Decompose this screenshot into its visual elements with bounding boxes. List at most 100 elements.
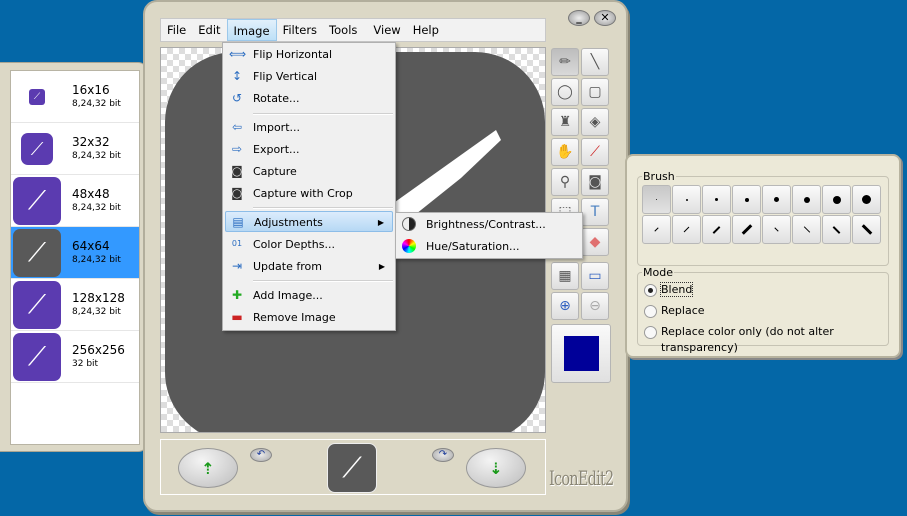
list-item[interactable]: ⟋ 48x48 8,24,32 bit xyxy=(11,175,139,227)
depth-label: 8,24,32 bit xyxy=(72,307,121,317)
brush-diagonal-6[interactable] xyxy=(792,215,821,244)
brush-round-2[interactable] xyxy=(672,185,701,214)
mode-replace-radio[interactable]: Replace xyxy=(644,303,705,319)
zoom-in-icon[interactable]: ⊕ xyxy=(551,292,579,320)
menu-item-rotate[interactable]: ↺ Rotate... xyxy=(225,88,393,109)
menu-item-brightness-contrast[interactable]: Brightness/Contrast... xyxy=(398,214,580,235)
mode-replace-color-only-radio[interactable]: Replace color only (do not alter transpa… xyxy=(644,324,888,354)
grid-icon[interactable]: ▦ xyxy=(551,262,579,290)
brush-panel: Brush Mode Blend Replace Replace color o… xyxy=(625,154,901,358)
brush-shape-icon xyxy=(774,197,779,202)
mode-title: Mode xyxy=(643,266,673,279)
brush-shape-icon xyxy=(803,226,810,233)
menu-view[interactable]: View xyxy=(363,19,406,41)
menu-item-update-from[interactable]: ⇥ Update from ▶ xyxy=(225,256,393,277)
preview-thumbnail: ⟋ xyxy=(327,443,377,493)
export-icon: ⇨ xyxy=(231,142,243,156)
eraser-tool[interactable]: ◆ xyxy=(581,228,609,256)
rounded-rectangle-tool[interactable]: ▢ xyxy=(581,78,609,106)
line-tool[interactable]: ╲ xyxy=(581,48,609,76)
image-list[interactable]: ⟋ 16x16 8,24,32 bit ⟋ 32x32 8,24,32 bit … xyxy=(10,70,140,445)
brush-diagonal-3[interactable] xyxy=(702,215,731,244)
redo-button[interactable]: ↷ xyxy=(432,448,454,462)
menu-item-capture-with-crop[interactable]: ◙ Capture with Crop xyxy=(225,183,393,204)
menu-tools[interactable]: Tools xyxy=(323,19,363,41)
brush-shape-icon xyxy=(832,225,841,234)
brush-icon: ⟋ xyxy=(13,281,61,329)
menu-item-export[interactable]: ⇨ Export... xyxy=(225,139,393,160)
flip-horizontal-icon: ⟺ xyxy=(229,47,247,61)
menu-item-flip-horizontal[interactable]: ⟺ Flip Horizontal xyxy=(225,44,393,65)
brush-title: Brush xyxy=(643,170,675,183)
brush-shape-icon xyxy=(741,224,752,235)
brush-round-7[interactable] xyxy=(822,185,851,214)
menu-file[interactable]: File xyxy=(161,19,192,41)
submenu-arrow-icon: ▶ xyxy=(377,218,384,227)
mode-blend-radio[interactable]: Blend xyxy=(644,282,694,298)
menu-help[interactable]: Help xyxy=(407,19,445,41)
menu-bar: File Edit Image Filters Tools View Help xyxy=(160,18,546,42)
text-tool[interactable]: T xyxy=(581,198,609,226)
pencil-tool[interactable]: ✏ xyxy=(551,48,579,76)
ellipse-tool[interactable]: ◯ xyxy=(551,78,579,106)
brush-shape-icon xyxy=(715,198,718,201)
brush-diagonal-5[interactable] xyxy=(762,215,791,244)
hue-saturation-icon xyxy=(402,239,416,253)
spray-tool[interactable]: ♜ xyxy=(551,108,579,136)
brush-shape-icon xyxy=(861,224,872,235)
menu-item-adjustments[interactable]: ▤ Adjustments ▶ xyxy=(225,211,393,232)
menu-item-color-depths[interactable]: 01 Color Depths... xyxy=(225,234,393,255)
brush-round-4[interactable] xyxy=(732,185,761,214)
menu-item-remove-image[interactable]: ▬ Remove Image xyxy=(225,307,393,328)
brush-diagonal-8[interactable] xyxy=(852,215,881,244)
hand-tool[interactable]: ✋ xyxy=(551,138,579,166)
list-item-selected[interactable]: ⟋ 64x64 8,24,32 bit xyxy=(11,227,139,279)
brush-group: Brush xyxy=(637,170,889,266)
list-item[interactable]: ⟋ 16x16 8,24,32 bit xyxy=(11,71,139,123)
list-item[interactable]: ⟋ 32x32 8,24,32 bit xyxy=(11,123,139,175)
menu-item-add-image[interactable]: ✚ Add Image... xyxy=(225,285,393,306)
brush-round-1[interactable] xyxy=(642,185,671,214)
brush-shape-icon xyxy=(685,198,688,201)
fill-bucket-tool[interactable]: ◈ xyxy=(581,108,609,136)
brush-round-3[interactable] xyxy=(702,185,731,214)
zoom-out-icon[interactable]: ⊖ xyxy=(581,292,609,320)
color-depth-icon: 01 xyxy=(231,239,243,248)
menu-filters[interactable]: Filters xyxy=(277,19,323,41)
menu-item-hue-saturation[interactable]: Hue/Saturation... xyxy=(398,236,580,257)
camera-crop-icon: ◙ xyxy=(231,186,243,200)
menu-item-import[interactable]: ⇦ Import... xyxy=(225,117,393,138)
magnifier-tool[interactable]: ⚲ xyxy=(551,168,579,196)
list-item[interactable]: ⟋ 256x256 32 bit xyxy=(11,331,139,383)
brush-round-8[interactable] xyxy=(852,185,881,214)
color-picker-tool[interactable]: ⟋ xyxy=(581,138,609,166)
close-button[interactable]: ✕ xyxy=(594,10,616,26)
brush-round-6[interactable] xyxy=(792,185,821,214)
brush-diagonal-7[interactable] xyxy=(822,215,851,244)
menu-image[interactable]: Image xyxy=(226,19,277,41)
current-color-button[interactable] xyxy=(551,324,611,383)
separator xyxy=(253,280,393,282)
menu-edit[interactable]: Edit xyxy=(192,19,226,41)
minimize-button[interactable]: _ xyxy=(568,10,590,26)
menu-item-capture[interactable]: ◙ Capture xyxy=(225,161,393,182)
color-swatch xyxy=(564,336,599,371)
update-icon: ⇥ xyxy=(231,259,243,273)
brush-round-5[interactable] xyxy=(762,185,791,214)
undo-button[interactable]: ↶ xyxy=(250,448,272,462)
brush-diagonal-1[interactable] xyxy=(642,215,671,244)
menu-item-flip-vertical[interactable]: ↕ Flip Vertical xyxy=(225,66,393,87)
brush-diagonal-4[interactable] xyxy=(732,215,761,244)
brush-icon: ⟋ xyxy=(29,89,45,105)
fit-icon[interactable]: ▭ xyxy=(581,262,609,290)
brush-diagonal-2[interactable] xyxy=(672,215,701,244)
list-item[interactable]: ⟋ 128x128 8,24,32 bit xyxy=(11,279,139,331)
import-button[interactable]: ⇡ xyxy=(178,448,238,488)
brush-shape-icon xyxy=(803,196,810,203)
separator xyxy=(253,113,393,115)
camera-tool[interactable]: ◙ xyxy=(581,168,609,196)
export-button[interactable]: ⇣ xyxy=(466,448,526,488)
image-menu: ⟺ Flip Horizontal ↕ Flip Vertical ↺ Rotate.… xyxy=(222,42,396,331)
depth-label: 32 bit xyxy=(72,359,99,369)
brush-shape-icon xyxy=(744,197,749,202)
